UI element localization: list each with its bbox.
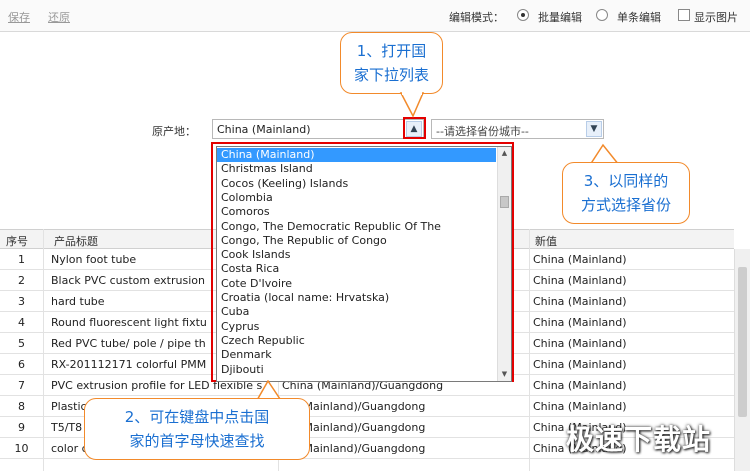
callout-3-line-2: 方式选择省份 [580, 196, 671, 214]
row-index: 6 [18, 358, 25, 371]
chevron-down-icon[interactable]: ▼ [586, 121, 602, 137]
edit-mode-label: 编辑模式： [449, 11, 504, 24]
country-select-value: China (Mainland) [217, 123, 311, 136]
dropdown-option[interactable]: Croatia (local name: Hrvatska) [217, 291, 496, 305]
row-index: 8 [18, 400, 25, 413]
dropdown-option[interactable]: Costa Rica [217, 262, 496, 276]
dropdown-option[interactable]: Christmas Island [217, 162, 496, 176]
row-index: 4 [18, 316, 25, 329]
callout-select-province: 3、以同样的 方式选择省份 [562, 162, 690, 224]
row-new-value: China (Mainland) [533, 274, 627, 287]
single-edit-label: 单条编辑 [617, 11, 661, 24]
scroll-down-icon[interactable]: ▼ [498, 368, 511, 381]
dropdown-option[interactable]: China (Mainland) [217, 148, 496, 163]
row-index: 3 [18, 295, 25, 308]
row-index: 7 [18, 379, 25, 392]
callout-1-line-1: 1、打开国 [356, 42, 427, 60]
origin-label: 原产地： [152, 125, 196, 138]
header-new-value: 新值 [535, 235, 557, 248]
scroll-up-icon[interactable]: ▲ [498, 147, 511, 160]
country-select[interactable]: China (Mainland) ▲ [212, 119, 424, 139]
dropdown-scrollbar-thumb[interactable] [500, 196, 509, 208]
row-index: 5 [18, 337, 25, 350]
dropdown-option[interactable]: Cocos (Keeling) Islands [217, 177, 496, 191]
row-new-value: China (Mainland) [533, 295, 627, 308]
callout-2-line-1: 2、可在键盘中点击国 [124, 408, 270, 426]
dropdown-option[interactable]: Cuba [217, 305, 496, 319]
row-new-value: China (Mainland) [533, 379, 627, 392]
dropdown-scrollbar[interactable]: ▲ ▼ [497, 147, 511, 381]
callout-2-line-2: 家的首字母快速查找 [129, 432, 265, 450]
province-select-placeholder: --请选择省份城市-- [436, 125, 529, 138]
dropdown-option[interactable]: Congo, The Republic of Congo [217, 234, 496, 248]
row-old-value: na (Mainland)/Guangdong [282, 421, 426, 434]
toolbar: 保存 还原 编辑模式： 批量编辑 单条编辑 显示图片 [0, 0, 750, 32]
callout-keyboard-search: 2、可在键盘中点击国 家的首字母快速查找 [84, 398, 310, 460]
row-index: 9 [18, 421, 25, 434]
save-link[interactable]: 保存 [8, 9, 30, 25]
restore-link[interactable]: 还原 [48, 9, 70, 25]
table-scrollbar[interactable] [734, 249, 750, 471]
dropdown-option[interactable]: Congo, The Democratic Republic Of The [217, 220, 496, 234]
row-index: 2 [18, 274, 25, 287]
callout-open-country-list: 1、打开国 家下拉列表 [340, 32, 443, 94]
show-images-label: 显示图片 [694, 11, 738, 24]
row-index: 1 [18, 253, 25, 266]
row-new-value: China (Mainland) [533, 400, 627, 413]
dropdown-option[interactable]: Djibouti [217, 363, 496, 377]
dropdown-option[interactable]: Cyprus [217, 320, 496, 334]
row-new-value: China (Mainland) [533, 337, 627, 350]
dropdown-option[interactable]: Cote D'Ivoire [217, 277, 496, 291]
row-new-value: China (Mainland) [533, 358, 627, 371]
header-title: 产品标题 [54, 235, 98, 248]
batch-edit-label: 批量编辑 [538, 11, 582, 24]
callout-1-tail [399, 92, 425, 118]
callout-1-line-2: 家下拉列表 [353, 66, 429, 84]
country-dropdown-list[interactable]: China (Mainland) Christmas Island Cocos (K… [216, 146, 512, 382]
dropdown-option[interactable]: Denmark [217, 348, 496, 362]
row-old-value: na (Mainland)/Guangdong [282, 400, 426, 413]
dropdown-option[interactable]: Cook Islands [217, 248, 496, 262]
callout-3-line-1: 3、以同样的 [583, 172, 669, 190]
header-index: 序号 [6, 235, 28, 248]
batch-edit-radio[interactable] [517, 9, 529, 21]
dropdown-option[interactable]: Colombia [217, 191, 496, 205]
dropdown-option[interactable]: Czech Republic [217, 334, 496, 348]
row-new-value: China (Mainland) [533, 316, 627, 329]
province-select[interactable]: --请选择省份城市-- ▼ [431, 119, 604, 139]
row-old-value: na (Mainland)/Guangdong [282, 442, 426, 455]
table-scrollbar-thumb[interactable] [738, 267, 747, 417]
single-edit-radio[interactable] [596, 9, 608, 21]
row-new-value: China (Mainland) [533, 253, 627, 266]
watermark: 极速下载站 [566, 423, 712, 456]
dropdown-button-highlight [403, 117, 426, 139]
row-index: 10 [14, 442, 29, 455]
dropdown-option[interactable]: Comoros [217, 205, 496, 219]
show-images-checkbox[interactable] [678, 9, 690, 21]
